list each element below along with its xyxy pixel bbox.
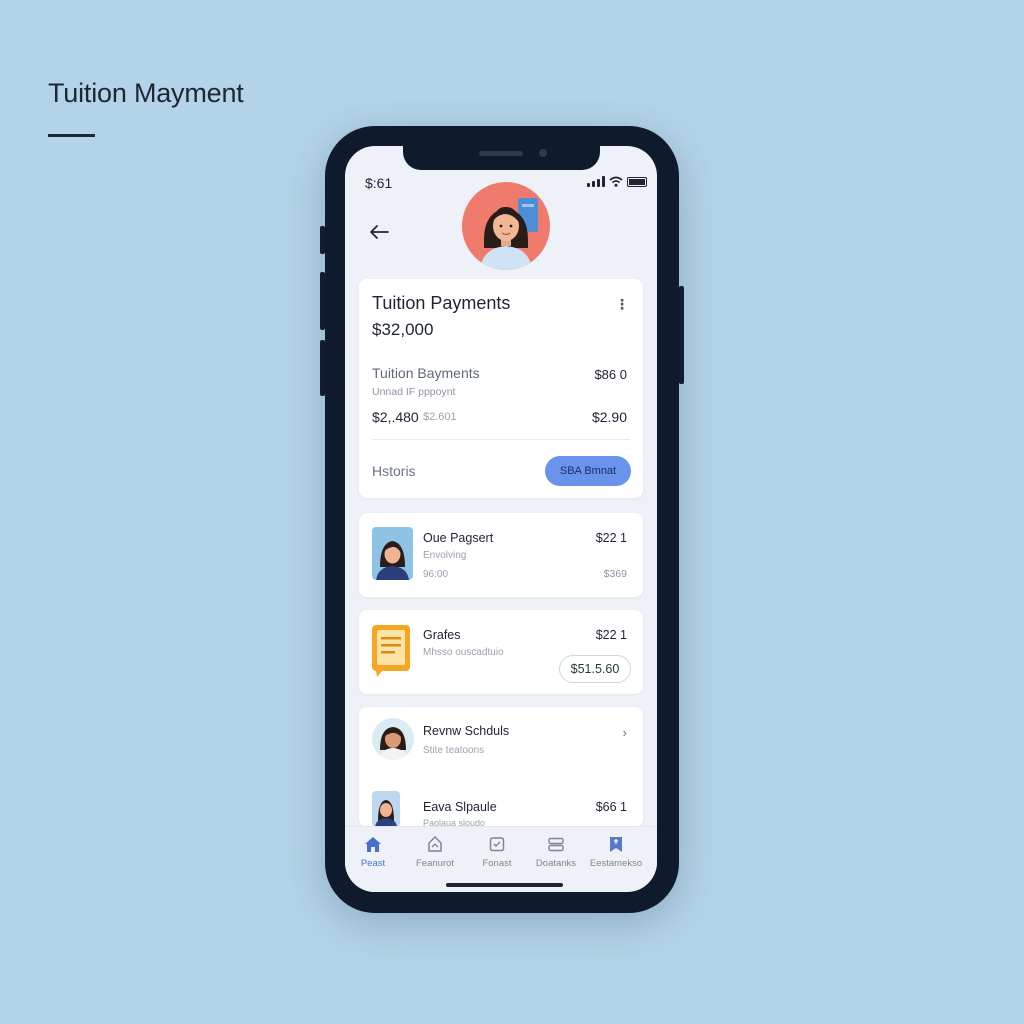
summary-title: Tuition Payments [372,293,511,313]
calendar-icon [489,837,505,852]
page-title: Tuition Mayment [48,78,244,108]
signal-icon [587,176,605,187]
card-divider [372,439,630,440]
summary-sub-amount: $86 0 [594,367,627,382]
title-underline [48,134,95,137]
list-item-review-schedules[interactable]: Revnw Schduls Stite teatoons › Eava Slpa… [359,707,643,828]
paid-secondary-amount: $2.601 [423,411,457,423]
back-button[interactable] [366,220,392,244]
speaker-grille [479,151,523,156]
history-link[interactable]: Hstoris [372,463,416,479]
amount-pill[interactable]: $51.5.60 [559,655,631,683]
tab-calendar[interactable]: Fonast [466,835,528,869]
item-title: Eava Slpaule [423,800,497,814]
due-amount: $2.90 [591,409,627,425]
tab-home[interactable]: Peast [345,835,404,869]
item-subtitle: Envolving [423,550,467,561]
student-photo [372,527,413,580]
item-amount: $66 1 [595,800,627,814]
chevron-right-icon[interactable]: › [623,725,627,740]
list-item-grades[interactable]: Grafes Mhsso ouscadtuio $22 1 $51.5.60 [359,610,643,694]
item-amount: $22 1 [595,531,627,545]
notch [403,146,600,170]
document-icon [428,835,442,852]
item-subtitle: Mhsso ouscadtuio [423,647,504,658]
student-photo [372,791,400,827]
tab-bookmark[interactable]: Eestamekso [584,835,648,869]
wifi-icon [609,176,623,187]
back-arrow-icon [370,225,389,239]
profile-avatar-illustration [480,198,538,270]
item-title: Oue Pagsert [423,531,494,545]
list-item-payment[interactable]: Oue Pagsert Envolving 96:00 $22 1 $369 [359,513,643,597]
pay-button[interactable]: SBA Bmnat [545,456,631,486]
status-icons [587,176,647,187]
item-date: 96:00 [423,569,449,580]
tuition-summary-card: Tuition Payments ⋮ $32,000 Tuition Bayme… [359,279,643,498]
paid-amount: $2,.480 [372,409,419,425]
summary-caption: Unnad IF pppoynt [372,386,456,398]
more-options-icon[interactable]: ⋮ [615,297,629,311]
battery-icon [627,177,647,187]
summary-total: $32,000 [372,320,434,339]
phone-power-button [679,286,684,384]
item-secondary-amount: $369 [603,568,627,580]
front-camera [539,149,547,157]
item-subtitle: Stite teatoons [423,745,485,756]
tab-documents[interactable]: Feanurot [404,835,466,869]
item-title: Revnw Schduls [423,724,510,738]
summary-subtitle: Tuition Bayments [372,365,480,381]
advisor-avatar [372,718,414,760]
notepad-icon [372,625,413,678]
phone-screen: $:61 Tuition Payments ⋮ $32,000 Tuition … [345,146,657,892]
home-icon [365,836,381,852]
home-indicator[interactable] [446,883,563,887]
stack-icon [548,837,564,851]
profile-avatar[interactable] [462,182,550,270]
item-amount: $22 1 [595,628,627,642]
status-time: $:61 [365,175,393,191]
item-title: Grafes [423,628,461,642]
tab-stack[interactable]: Doatanks [525,835,587,869]
bookmark-icon [610,836,622,852]
